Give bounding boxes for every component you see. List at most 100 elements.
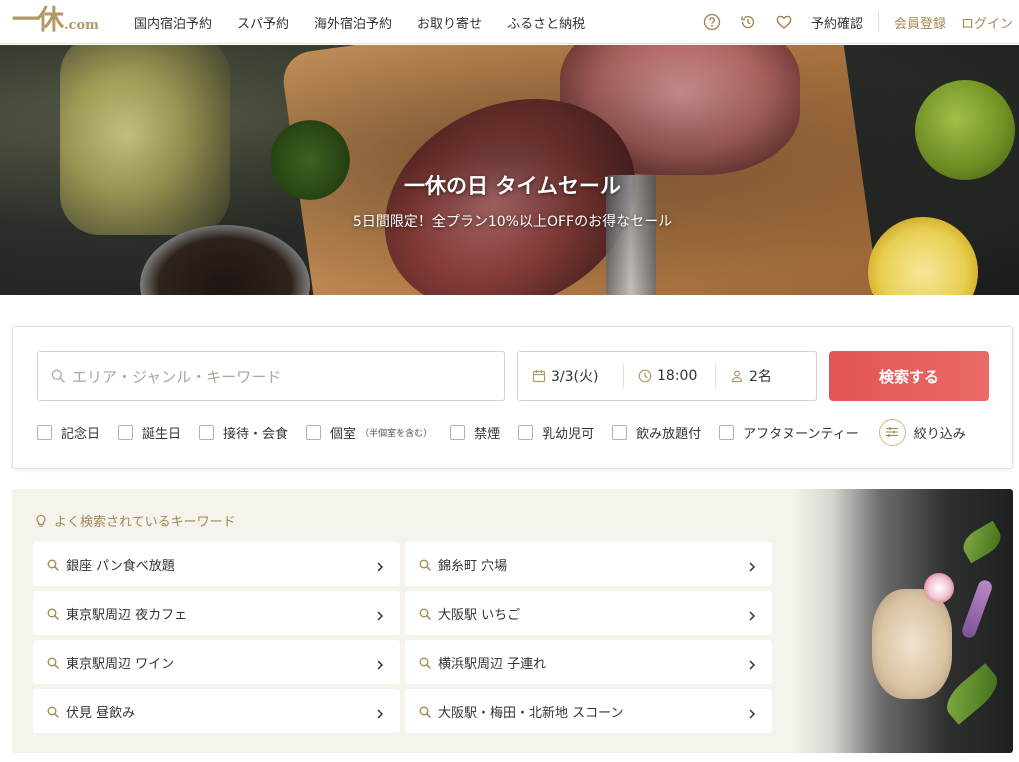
register-link[interactable]: 会員登録: [894, 13, 946, 32]
chevron-right-icon: [374, 705, 386, 719]
keyword-text: 銀座 パン食べ放題: [66, 558, 175, 574]
time-selector[interactable]: 18:00: [624, 364, 716, 388]
keyword-list: 銀座 パン食べ放題 錦糸町 穴場 東京駅周辺 夜カフェ 大阪駅 いちご 東京駅周…: [33, 542, 773, 733]
search-button[interactable]: 検索する: [829, 351, 989, 401]
filter-label: アフタヌーンティー: [743, 426, 859, 442]
hero-banner[interactable]: 一休の日 タイムセール 5日間限定！全プラン10%以上OFFのお得なセール: [0, 45, 1019, 295]
filter-label: 接待・会食: [223, 426, 289, 442]
keyword-item[interactable]: 東京駅周辺 ワイン: [33, 640, 400, 684]
chevron-right-icon: [746, 558, 758, 572]
checkbox[interactable]: [306, 424, 322, 440]
filter-note: （半個室を含む）: [360, 428, 433, 439]
keyword-text: 大阪駅 いちご: [438, 607, 521, 623]
checkbox[interactable]: [199, 424, 215, 440]
hero-title: 一休の日 タイムセール: [404, 174, 621, 198]
filter-label: 乳幼児可: [542, 426, 595, 442]
chevron-right-icon: [374, 656, 386, 670]
heart-icon[interactable]: [775, 13, 793, 31]
filter-label: 個室: [330, 426, 357, 442]
search-icon: [50, 368, 66, 384]
search-icon: [46, 606, 60, 620]
filter-anniversary[interactable]: 記念日: [37, 423, 100, 442]
keyword-text: 横浜駅周辺 子連れ: [438, 656, 547, 672]
nav-domestic-hotel[interactable]: 国内宿泊予約: [134, 13, 212, 32]
logo-sub-text: .com: [64, 18, 99, 33]
checkbox[interactable]: [118, 424, 134, 440]
filter-private-room[interactable]: 個室 （半個室を含む）: [306, 423, 432, 442]
logo-main-text: 一休: [12, 5, 64, 36]
checkbox[interactable]: [37, 424, 52, 440]
keyword-item[interactable]: 大阪駅 いちご: [405, 591, 772, 635]
filter-business-dinner[interactable]: 接待・会食: [199, 423, 288, 442]
people-value: 2名: [749, 369, 772, 385]
site-logo[interactable]: 一休 .com: [12, 4, 99, 36]
clock-icon: [638, 369, 652, 383]
checkbox[interactable]: [518, 424, 534, 440]
keyword-item[interactable]: 横浜駅周辺 子連れ: [405, 640, 772, 684]
filter-options: 記念日 誕生日 接待・会食 個室 （半個室を含む） 禁煙 乳幼児可 飲み放題付 ア…: [37, 418, 966, 446]
search-icon: [418, 606, 432, 620]
checkbox[interactable]: [612, 424, 628, 440]
reservation-conditions: 3/3(火) 18:00 2名: [517, 351, 817, 401]
chevron-right-icon: [746, 705, 758, 719]
dish-food-image: [872, 589, 952, 699]
nav-overseas-hotel[interactable]: 海外宿泊予約: [314, 13, 392, 32]
person-icon: [730, 369, 744, 383]
chevron-right-icon: [746, 607, 758, 621]
nav-furusato[interactable]: ふるさと納税: [507, 13, 585, 32]
search-icon: [418, 704, 432, 718]
narrow-down-label: 絞り込み: [913, 426, 966, 442]
main-nav: 国内宿泊予約 スパ予約 海外宿泊予約 お取り寄せ ふるさと納税: [134, 0, 610, 44]
search-icon: [46, 557, 60, 571]
filter-label: 記念日: [61, 426, 101, 442]
hero-subtitle: 5日間限定！全プラン10%以上OFFのお得なセール: [352, 214, 673, 230]
filter-label: 誕生日: [142, 426, 182, 442]
keyword-text: 錦糸町 穴場: [438, 558, 508, 574]
keyword-text: 東京駅周辺 ワイン: [66, 656, 175, 672]
keyword-item[interactable]: 東京駅周辺 夜カフェ: [33, 591, 400, 635]
search-icon: [418, 557, 432, 571]
chevron-right-icon: [374, 558, 386, 572]
nav-spa[interactable]: スパ予約: [237, 13, 289, 32]
reservation-check-link[interactable]: 予約確認: [811, 13, 863, 32]
filter-infants-ok[interactable]: 乳幼児可: [518, 423, 594, 442]
keyword-search-input[interactable]: エリア・ジャンル・キーワード: [37, 351, 505, 401]
narrow-down-button[interactable]: 絞り込み: [878, 418, 966, 446]
keyword-item[interactable]: 錦糸町 穴場: [405, 542, 772, 586]
popular-keywords-title: よく検索されているキーワード: [54, 515, 236, 530]
filter-afternoon-tea[interactable]: アフタヌーンティー: [719, 423, 859, 442]
filter-all-you-can-drink[interactable]: 飲み放題付: [612, 423, 701, 442]
calendar-icon: [532, 369, 546, 383]
search-icon: [46, 655, 60, 669]
keyword-item[interactable]: 銀座 パン食べ放題: [33, 542, 400, 586]
lightbulb-icon: [34, 514, 48, 528]
keyword-text: 大阪駅・梅田・北新地 スコーン: [438, 705, 624, 721]
people-selector[interactable]: 2名: [716, 364, 816, 388]
time-value: 18:00: [657, 368, 698, 384]
date-selector[interactable]: 3/3(火): [518, 364, 624, 388]
chevron-right-icon: [746, 656, 758, 670]
keyword-item[interactable]: 伏見 昼飲み: [33, 689, 400, 733]
history-icon[interactable]: [739, 13, 757, 31]
keyword-item[interactable]: 大阪駅・梅田・北新地 スコーン: [405, 689, 772, 733]
filter-birthday[interactable]: 誕生日: [118, 423, 181, 442]
checkbox[interactable]: [719, 424, 735, 440]
search-icon: [418, 655, 432, 669]
site-header: 一休 .com 国内宿泊予約 スパ予約 海外宿泊予約 お取り寄せ ふるさと納税 …: [0, 0, 1019, 44]
header-utility: 予約確認 会員登録 ログイン: [703, 0, 1013, 44]
filter-sliders-icon: [878, 418, 906, 446]
help-icon[interactable]: [703, 13, 721, 31]
keyword-text: 伏見 昼飲み: [66, 705, 136, 721]
chevron-right-icon: [374, 607, 386, 621]
filter-non-smoking[interactable]: 禁煙: [450, 423, 500, 442]
checkbox[interactable]: [450, 424, 466, 440]
search-icon: [46, 704, 60, 718]
date-value: 3/3(火): [551, 369, 599, 385]
login-link[interactable]: ログイン: [961, 13, 1013, 32]
nav-order[interactable]: お取り寄せ: [417, 13, 482, 32]
filter-label: 禁煙: [474, 426, 501, 442]
popular-keywords-heading: よく検索されているキーワード: [34, 511, 236, 530]
keyword-placeholder: エリア・ジャンル・キーワード: [72, 367, 282, 386]
search-form: エリア・ジャンル・キーワード 3/3(火) 18:00 2名 検索する 記念日 …: [12, 326, 1013, 469]
radish-image: [924, 573, 954, 603]
